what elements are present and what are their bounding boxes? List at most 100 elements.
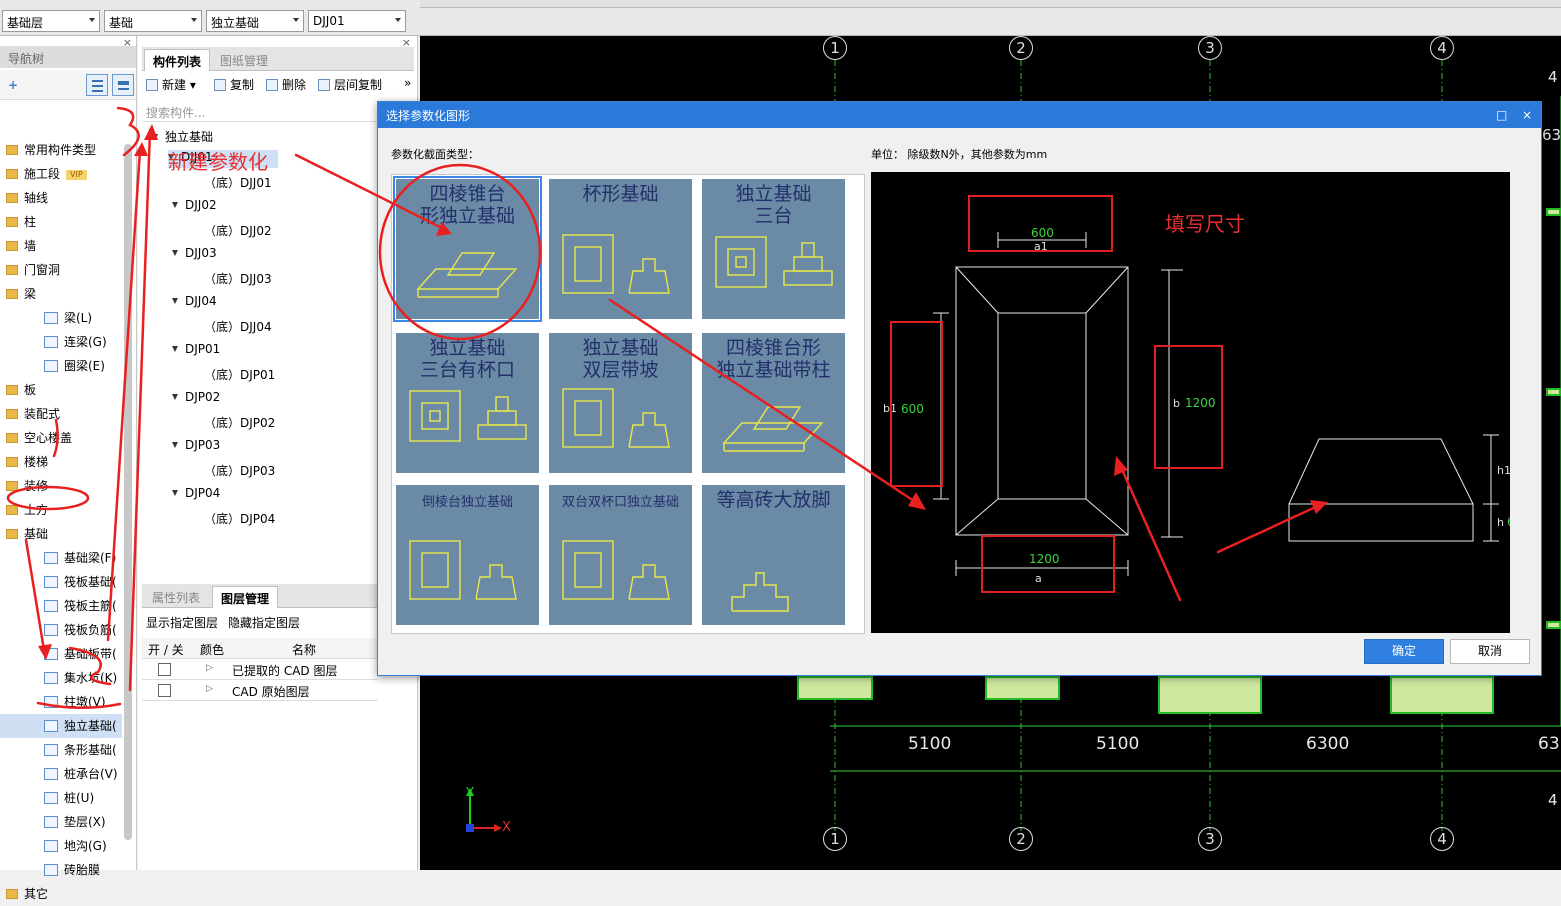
- nav-folder-item[interactable]: 轴线: [0, 186, 122, 210]
- shape-thumbnail[interactable]: 杯形基础: [549, 179, 692, 319]
- layer-checkbox[interactable]: [158, 684, 171, 697]
- shape-thumbnail[interactable]: 倒棱台独立基础: [396, 485, 539, 625]
- nav-folder-item[interactable]: 空心楼盖: [0, 426, 122, 450]
- nav-folder-item[interactable]: 墙: [0, 234, 122, 258]
- shape-thumbnail[interactable]: 等高砖大放脚: [702, 485, 845, 625]
- more-button[interactable]: »: [404, 76, 411, 96]
- nav-sub-item[interactable]: 筏板基础(: [0, 570, 122, 594]
- expand-icon[interactable]: ▷: [206, 684, 213, 694]
- expand-icon[interactable]: ▷: [206, 663, 213, 673]
- nav-folder-item[interactable]: 其它: [0, 882, 122, 906]
- shape-thumbnail[interactable]: 独立基础 三台: [702, 179, 845, 319]
- copy-button[interactable]: 复制: [214, 76, 254, 96]
- tree-node[interactable]: DJP04: [172, 486, 220, 500]
- foundation-block[interactable]: [797, 676, 873, 700]
- nav-folder-item[interactable]: 装配式: [0, 402, 122, 426]
- shape-thumbnail[interactable]: 双台双杯口独立基础: [549, 485, 692, 625]
- maximize-button[interactable]: □: [1496, 108, 1507, 122]
- floor-select[interactable]: 基础层: [2, 10, 100, 32]
- tree-leaf[interactable]: （底）DJJ03: [204, 270, 272, 287]
- tree-node[interactable]: DJJ03: [172, 246, 217, 260]
- tree-leaf[interactable]: （底）DJP02: [204, 414, 275, 431]
- tab-drawing-management[interactable]: 图纸管理: [212, 49, 276, 71]
- grid-view-icon[interactable]: [112, 74, 134, 96]
- tree-node[interactable]: DJJ02: [172, 198, 217, 212]
- nav-scrollbar[interactable]: [124, 144, 132, 840]
- axis-label: 4: [1430, 827, 1454, 851]
- cancel-button[interactable]: 取消: [1450, 639, 1530, 664]
- layer-row[interactable]: ▷ CAD 原始图层: [142, 680, 378, 701]
- show-layer-button[interactable]: 显示指定图层: [146, 614, 218, 631]
- nav-sub-item[interactable]: 垫层(X): [0, 810, 122, 834]
- nav-folder-item[interactable]: 门窗洞: [0, 258, 122, 282]
- nav-folder-item[interactable]: 土方: [0, 498, 122, 522]
- tree-leaf[interactable]: （底）DJJ02: [204, 222, 272, 239]
- nav-sub-item[interactable]: 圈梁(E): [0, 354, 122, 378]
- delete-button[interactable]: 删除: [266, 76, 306, 96]
- nav-sub-item[interactable]: 连梁(G): [0, 330, 122, 354]
- tree-node[interactable]: DJP02: [172, 390, 220, 404]
- foundation-block[interactable]: [1390, 676, 1494, 714]
- nav-sub-item[interactable]: 桩(U): [0, 786, 122, 810]
- nav-sub-item[interactable]: 条形基础(: [0, 738, 122, 762]
- tree-node[interactable]: DJP01: [172, 342, 220, 356]
- nav-sub-item[interactable]: 筏板主筋(: [0, 594, 122, 618]
- nav-folder-item[interactable]: 施工段 VIP: [0, 162, 122, 186]
- layer-checkbox[interactable]: [158, 663, 171, 676]
- tree-leaf[interactable]: （底）DJP01: [204, 366, 275, 383]
- nav-sub-item[interactable]: 集水坑(K): [0, 666, 122, 690]
- foundation-block[interactable]: [985, 676, 1060, 700]
- param-h-value[interactable]: 600: [1507, 515, 1510, 529]
- nav-folder-item[interactable]: 装修: [0, 474, 122, 498]
- tree-node-label: DJP01: [185, 342, 221, 356]
- shape-thumbnail[interactable]: 四棱锥台 形独立基础: [393, 176, 542, 322]
- tab-properties[interactable]: 属性列表: [144, 586, 208, 608]
- add-icon[interactable]: +: [8, 78, 18, 92]
- layer-copy-button[interactable]: 层间复制: [318, 76, 382, 96]
- component-select[interactable]: DJJ01: [308, 10, 406, 32]
- close-button[interactable]: ×: [1522, 108, 1532, 122]
- nav-folder-item[interactable]: 楼梯: [0, 450, 122, 474]
- tree-leaf[interactable]: （底）DJP03: [204, 462, 275, 479]
- foundation-block[interactable]: [1546, 388, 1561, 396]
- nav-sub-item[interactable]: 柱墩(V): [0, 690, 122, 714]
- shape-thumbnail[interactable]: 四棱锥台形 独立基础带柱: [702, 333, 845, 473]
- ok-button[interactable]: 确定: [1364, 639, 1444, 664]
- annotation-new-param: 新建参数化: [168, 150, 268, 174]
- nav-sub-item[interactable]: 桩承台(V): [0, 762, 122, 786]
- nav-sub-item[interactable]: 基础板带(: [0, 642, 122, 666]
- tree-leaf[interactable]: （底）DJP04: [204, 510, 275, 527]
- foundation-block[interactable]: [1546, 621, 1561, 629]
- nav-folder-item[interactable]: 常用构件类型: [0, 138, 122, 162]
- tree-leaf[interactable]: （底）DJJ01: [204, 174, 272, 191]
- layer-row[interactable]: ▷ 已提取的 CAD 图层: [142, 659, 378, 680]
- hide-layer-button[interactable]: 隐藏指定图层: [228, 614, 300, 631]
- new-button[interactable]: 新建 ▾: [146, 76, 196, 96]
- tree-node[interactable]: DJP03: [172, 438, 220, 452]
- nav-folder-item[interactable]: 板: [0, 378, 122, 402]
- nav-folder-item[interactable]: 柱: [0, 210, 122, 234]
- shape-thumbnail[interactable]: 独立基础 双层带坡: [549, 333, 692, 473]
- foundation-block[interactable]: [1546, 208, 1561, 216]
- axis-label: 4: [1430, 36, 1454, 60]
- nav-sub-item[interactable]: 基础梁(F): [0, 546, 122, 570]
- tab-component-list[interactable]: 构件列表: [144, 49, 211, 71]
- tab-layer-management[interactable]: 图层管理: [212, 586, 279, 608]
- tree-root[interactable]: 独立基础: [152, 128, 213, 145]
- nav-sub-item[interactable]: 砖胎膜: [0, 858, 122, 882]
- component-search-input[interactable]: 搜索构件...: [142, 102, 414, 122]
- tree-leaf[interactable]: （底）DJJ04: [204, 318, 272, 335]
- category-select[interactable]: 基础: [104, 10, 202, 32]
- component-type-select[interactable]: 独立基础: [206, 10, 304, 32]
- nav-folder-item[interactable]: 梁: [0, 282, 122, 306]
- nav-folder-item[interactable]: 基础: [0, 522, 122, 546]
- nav-sub-item[interactable]: 地沟(G): [0, 834, 122, 858]
- shape-thumbnail[interactable]: 独立基础 三台有杯口: [396, 333, 539, 473]
- nav-sub-item[interactable]: 梁(L): [0, 306, 122, 330]
- tree-node[interactable]: DJJ04: [172, 294, 217, 308]
- nav-sub-item[interactable]: 独立基础(: [0, 714, 122, 738]
- thumbnail-drawing: [562, 388, 670, 448]
- foundation-block[interactable]: [1158, 676, 1262, 714]
- list-view-icon[interactable]: [86, 74, 108, 96]
- nav-sub-item[interactable]: 筏板负筋(: [0, 618, 122, 642]
